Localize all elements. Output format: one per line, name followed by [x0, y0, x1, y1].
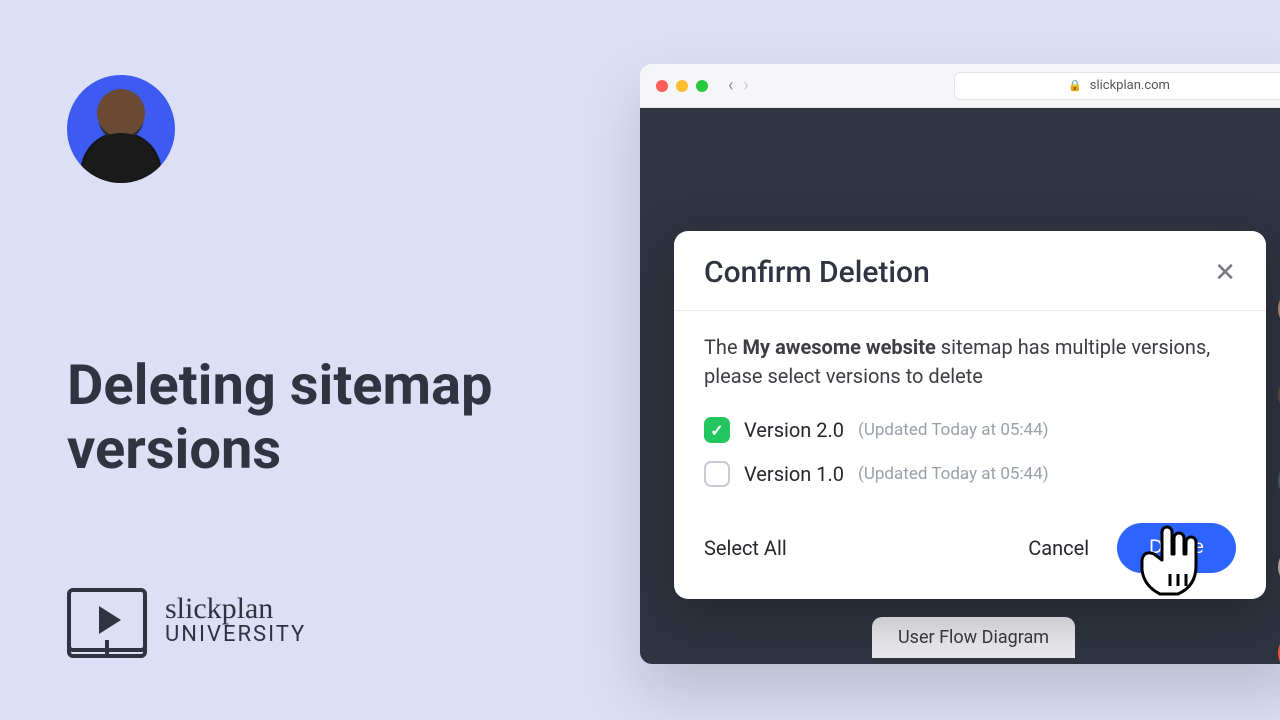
version-meta: (Updated Today at 05:44): [858, 420, 1049, 440]
version-row[interactable]: Version 1.0 (Updated Today at 05:44): [704, 461, 1236, 487]
select-all-button[interactable]: Select All: [704, 536, 787, 560]
version-checkbox[interactable]: [704, 461, 730, 487]
page-title: Deleting sitemap versions: [67, 353, 597, 482]
presenter-avatar: [67, 75, 175, 183]
address-bar[interactable]: 🔒 slickplan.com: [954, 72, 1280, 100]
window-zoom-icon[interactable]: [696, 80, 708, 92]
version-meta: (Updated Today at 05:44): [858, 464, 1049, 484]
project-card[interactable]: User Flow Diagram: [872, 617, 1075, 658]
version-row[interactable]: Version 2.0 (Updated Today at 05:44): [704, 417, 1236, 443]
window-minimize-icon[interactable]: [676, 80, 688, 92]
url-text: slickplan.com: [1090, 78, 1170, 93]
app-background: User Flow Diagram Confirm Deletion ✕ The…: [640, 108, 1280, 664]
version-name: Version 2.0: [744, 418, 844, 442]
window-close-icon[interactable]: [656, 80, 668, 92]
version-checkbox[interactable]: [704, 417, 730, 443]
modal-message: The My awesome website sitemap has multi…: [704, 333, 1236, 391]
brand-caps: UNIVERSITY: [165, 624, 306, 646]
browser-window: ‹ › 🔒 slickplan.com User Flow Diagram Co…: [640, 64, 1280, 664]
brand-logo: slickplan UNIVERSITY: [67, 588, 306, 652]
brand-script: slickplan: [165, 594, 306, 624]
browser-chrome: ‹ › 🔒 slickplan.com: [640, 64, 1280, 108]
cancel-button[interactable]: Cancel: [1028, 536, 1089, 560]
close-icon[interactable]: ✕: [1214, 258, 1236, 288]
modal-title: Confirm Deletion: [704, 255, 930, 290]
confirm-deletion-modal: Confirm Deletion ✕ The My awesome websit…: [674, 231, 1266, 599]
delete-button[interactable]: Delete: [1117, 523, 1236, 573]
version-name: Version 1.0: [744, 462, 844, 486]
nav-back-icon[interactable]: ‹: [728, 75, 733, 96]
nav-forward-icon[interactable]: ›: [743, 75, 748, 96]
lock-icon: 🔒: [1068, 79, 1082, 92]
book-play-icon: [67, 588, 147, 652]
